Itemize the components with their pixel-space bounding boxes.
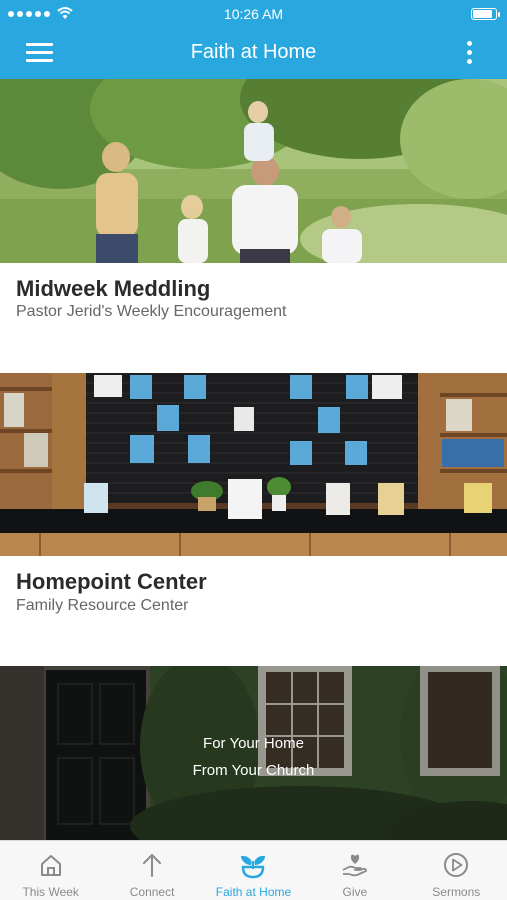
status-bar: 10:26 AM [0, 0, 507, 28]
overlay-line-2: From Your Church [192, 762, 315, 779]
giving-hand-icon [342, 854, 367, 877]
arrow-up-icon [143, 854, 162, 877]
tab-label: Connect [129, 885, 175, 899]
card-title: Midweek Meddling [16, 276, 211, 301]
sprout-icon [241, 855, 266, 879]
nav-bar: Faith at Home [0, 28, 507, 79]
tab-label: Give [342, 885, 368, 899]
card-title: Homepoint Center [16, 569, 207, 594]
tab-label: Faith at Home [215, 885, 292, 899]
card-overlay-text: For Your Home From Your Church [0, 730, 507, 784]
tab-this-week[interactable]: This Week [0, 841, 101, 900]
tab-label: Sermons [432, 885, 481, 899]
family-walking-photo [0, 79, 507, 263]
tab-bar: This Week Connect Faith at Home Give Ser… [0, 840, 507, 900]
card-subtitle: Family Resource Center [16, 597, 189, 614]
tab-faith-at-home[interactable]: Faith at Home [203, 841, 304, 900]
tab-label: This Week [22, 885, 79, 899]
resource-wall-photo [0, 373, 507, 556]
more-vertical-icon[interactable] [467, 40, 473, 66]
tab-give[interactable]: Give [304, 841, 405, 900]
battery-level [473, 10, 492, 18]
house-icon [40, 855, 61, 876]
tab-sermons[interactable]: Sermons [406, 841, 507, 900]
tab-connect[interactable]: Connect [101, 841, 202, 900]
card-homepoint-center[interactable]: Homepoint Center Family Resource Center [0, 373, 507, 666]
card-midweek-meddling[interactable]: Midweek Meddling Pastor Jerid's Weekly E… [0, 79, 507, 373]
overlay-line-1: For Your Home [203, 735, 304, 752]
card-for-your-home[interactable]: For Your Home From Your Church [0, 666, 507, 840]
play-circle-icon [444, 853, 469, 877]
status-time: 10:26 AM [223, 6, 284, 22]
page-title: Faith at Home [190, 41, 317, 63]
battery-icon [471, 8, 500, 20]
card-subtitle: Pastor Jerid's Weekly Encouragement [16, 303, 287, 320]
